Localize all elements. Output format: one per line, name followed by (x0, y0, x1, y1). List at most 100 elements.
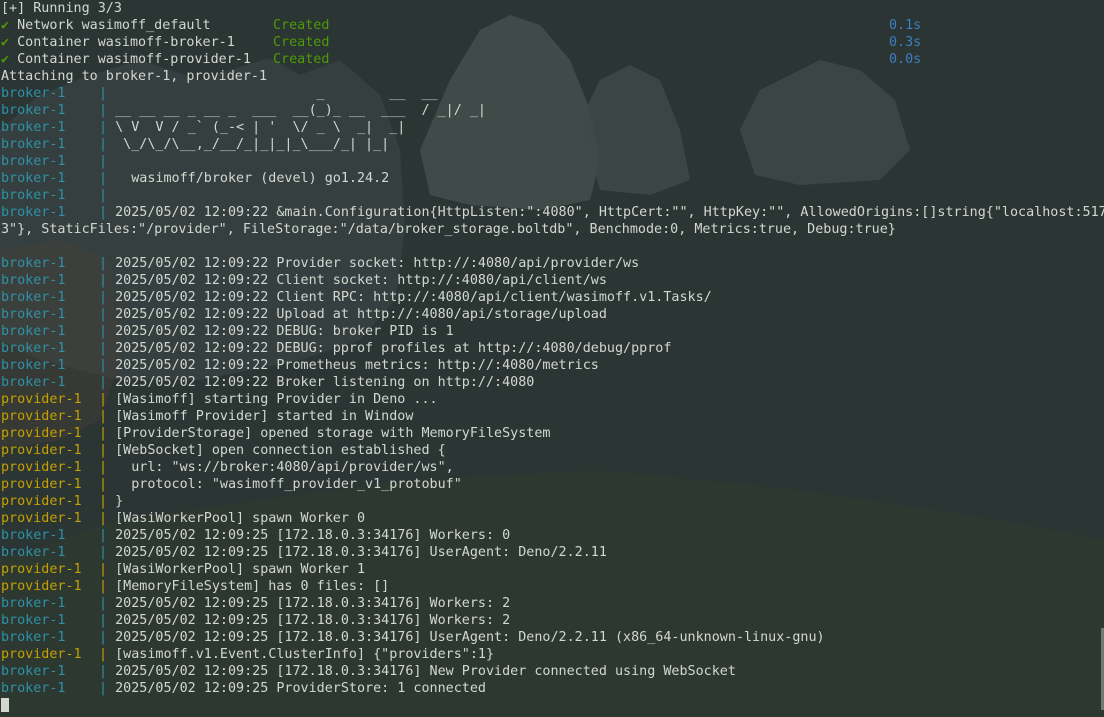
banner-text: \_/\_/\__,_/__/_|_|_|_\___/_| |_| (107, 137, 406, 152)
log-message: 2025/05/02 12:09:25 [172.18.0.3:34176] U… (107, 630, 825, 645)
log-separator: | (99, 613, 108, 628)
elapsed-time: 0.0s (889, 52, 922, 67)
log-message: [WasiWorkerPool] spawn Worker 0 (107, 511, 366, 526)
log-line: broker-1 | 2025/05/02 12:09:25 [172.18.0.… (1, 527, 1104, 544)
log-line: broker-1 | 2025/05/02 12:09:22 Upload at … (1, 306, 1104, 323)
log-source-label: provider-1 (1, 426, 82, 441)
log-source-label: broker-1 (1, 528, 66, 543)
log-separator: | (99, 154, 108, 169)
config-line: broker-1 | 2025/05/02 12:09:22 &main.Conf… (1, 204, 1104, 221)
log-separator: | (99, 392, 108, 407)
attaching-line: Attaching to broker-1, provider-1 (1, 69, 268, 84)
log-source-label: broker-1 (1, 375, 66, 390)
log-source-label: provider-1 (1, 647, 82, 662)
log-separator: | (99, 562, 108, 577)
log-source-label: broker-1 (1, 596, 66, 611)
log-source-label: broker-1 (1, 188, 66, 203)
log-message: 2025/05/02 12:09:22 Upload at http://:40… (107, 307, 607, 322)
status-created: Created (273, 18, 330, 33)
log-line: broker-1 | 2025/05/02 12:09:22 Client soc… (1, 272, 1104, 289)
banner-line: broker-1 | (1, 187, 1104, 204)
banner-line: broker-1 | \ V V / _` (_-< | ' \/ _ \ _| … (1, 119, 1104, 136)
log-message: 2025/05/02 12:09:22 Broker listening on … (107, 375, 535, 390)
resource-name: Container wasimoff-provider-1 (17, 52, 251, 67)
log-separator: | (99, 664, 108, 679)
compose-row-provider: ✔ Container wasimoff-provider-1 Created 0.… (1, 51, 1104, 68)
log-message: 2025/05/02 12:09:25 [172.18.0.3:34176] W… (107, 596, 511, 611)
log-line: broker-1 | 2025/05/02 12:09:22 DEBUG: ppr… (1, 340, 1104, 357)
log-message: [WebSocket] open connection established … (107, 443, 446, 458)
log-line: provider-1 | [ProviderStorage] opened sto… (1, 425, 1104, 442)
log-separator: | (99, 426, 108, 441)
banner-line: broker-1 | \_/\_/\__,_/__/_|_|_|_\___/_| … (1, 136, 1104, 153)
log-message: protocol: "wasimoff_provider_v1_protobuf… (107, 477, 462, 492)
log-separator: | (99, 273, 108, 288)
log-separator: | (99, 545, 108, 560)
check-icon: ✔ (1, 35, 10, 50)
log-source-label: broker-1 (1, 171, 66, 186)
log-source-label: broker-1 (1, 273, 66, 288)
log-line: broker-1 | 2025/05/02 12:09:22 Client RPC… (1, 289, 1104, 306)
terminal-output[interactable]: [+] Running 3/3 ✔ Network wasimoff_defau… (1, 0, 1104, 717)
log-source-label: provider-1 (1, 409, 82, 424)
log-separator: | (99, 681, 108, 696)
banner-line: broker-1 | (1, 153, 1104, 170)
banner-text: __ __ __ _ __ _ ___ __(_)_ __ ___ / _|/ … (107, 103, 486, 118)
log-message: [WasiWorkerPool] spawn Worker 1 (107, 562, 366, 577)
log-line: provider-1 | [WebSocket] open connection … (1, 442, 1104, 459)
log-message: [Wasimoff] starting Provider in Deno ... (107, 392, 438, 407)
log-separator: | (99, 528, 108, 543)
log-line: provider-1 | [WasiWorkerPool] spawn Worke… (1, 510, 1104, 527)
log-separator: | (99, 256, 108, 271)
log-line: broker-1 | 2025/05/02 12:09:25 [172.18.0.… (1, 612, 1104, 629)
resource-name: Container wasimoff-broker-1 (17, 35, 235, 50)
log-message: 2025/05/02 12:09:22 DEBUG: pprof profile… (107, 341, 672, 356)
log-line: broker-1 | 2025/05/02 12:09:25 [172.18.0.… (1, 595, 1104, 612)
log-message: 2025/05/02 12:09:25 [172.18.0.3:34176] U… (107, 545, 607, 560)
log-source-label: provider-1 (1, 494, 82, 509)
log-source-label: provider-1 (1, 443, 82, 458)
compose-row-broker: ✔ Container wasimoff-broker-1 Created 0.3s (1, 34, 1104, 51)
log-source-label: broker-1 (1, 681, 66, 696)
log-source-label: provider-1 (1, 511, 82, 526)
log-source-label: broker-1 (1, 86, 66, 101)
log-separator: | (99, 494, 108, 509)
log-message: 2025/05/02 12:09:25 [172.18.0.3:34176] W… (107, 613, 511, 628)
log-separator: | (99, 443, 108, 458)
banner-version: wasimoff/broker (devel) go1.24.2 (107, 171, 390, 186)
log-separator: | (99, 86, 108, 101)
log-separator: | (99, 324, 108, 339)
log-message: 2025/05/02 12:09:22 Client RPC: http://:… (107, 290, 712, 305)
log-message: 2025/05/02 12:09:22 Prometheus metrics: … (107, 358, 599, 373)
log-source-label: provider-1 (1, 460, 82, 475)
log-message: 2025/05/02 12:09:22 DEBUG: broker PID is… (107, 324, 454, 339)
log-separator: | (99, 103, 108, 118)
log-source-label: broker-1 (1, 290, 66, 305)
log-separator: | (99, 579, 108, 594)
log-line: provider-1 | [wasimoff.v1.Event.ClusterIn… (1, 646, 1104, 663)
log-line: provider-1 | [Wasimoff] starting Provider… (1, 391, 1104, 408)
log-message: 2025/05/02 12:09:25 ProviderStore: 1 con… (107, 681, 486, 696)
compose-row-network: ✔ Network wasimoff_default Created 0.1s (1, 17, 1104, 34)
log-separator: | (99, 341, 108, 356)
resource-name: Network wasimoff_default (17, 18, 211, 33)
log-line: provider-1 | } (1, 493, 1104, 510)
log-message: [wasimoff.v1.Event.ClusterInfo] {"provid… (107, 647, 495, 662)
log-message: 2025/05/02 12:09:25 [172.18.0.3:34176] W… (107, 528, 511, 543)
log-source-label: broker-1 (1, 630, 66, 645)
log-separator: | (99, 630, 108, 645)
log-line: provider-1 | [MemoryFileSystem] has 0 fil… (1, 578, 1104, 595)
check-icon: ✔ (1, 18, 10, 33)
log-source-label: broker-1 (1, 613, 66, 628)
status-created: Created (273, 52, 330, 67)
log-separator: | (99, 375, 108, 390)
banner-line: broker-1 | __ __ __ _ __ _ ___ __(_)_ __ … (1, 102, 1104, 119)
log-source-label: provider-1 (1, 562, 82, 577)
log-source-label: provider-1 (1, 392, 82, 407)
log-source-label: broker-1 (1, 324, 66, 339)
log-source-label: broker-1 (1, 341, 66, 356)
log-separator: | (99, 120, 108, 135)
log-separator: | (99, 477, 108, 492)
log-source-label: broker-1 (1, 120, 66, 135)
